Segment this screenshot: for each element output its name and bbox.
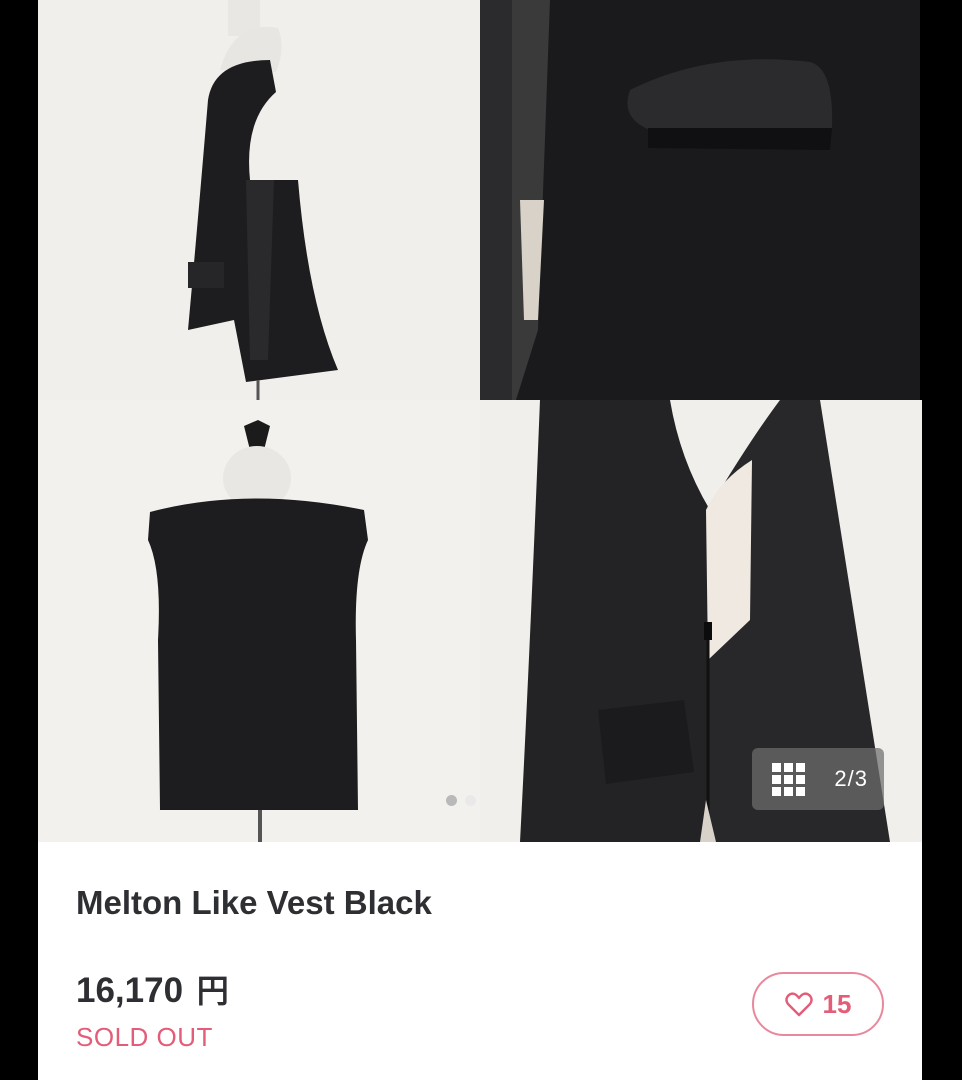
like-count: 15 [822, 988, 852, 1019]
carousel-dots [446, 795, 476, 806]
product-title: Melton Like Vest Black [76, 884, 432, 921]
product-photo-back[interactable] [38, 400, 480, 842]
price-value: 16,170 [76, 971, 184, 1010]
product-photo-pocket[interactable] [480, 0, 922, 400]
grid-icon[interactable] [772, 762, 805, 796]
currency-label: 円 [196, 973, 229, 1009]
product-card: 2/3 Melton Like Vest Black 16,170 円 SOLD… [38, 0, 922, 1080]
image-counter-text: 2/3 [834, 766, 868, 791]
product-price: 16,170 円 [76, 966, 229, 1012]
product-info: Melton Like Vest Black 16,170 円 SOLD OUT… [38, 842, 922, 1080]
image-counter[interactable]: 2/3 [752, 748, 884, 810]
product-photo-side[interactable] [38, 0, 480, 400]
image-gallery[interactable]: 2/3 [38, 0, 922, 842]
like-button[interactable]: 15 [752, 972, 884, 1036]
carousel-dot-active[interactable] [465, 795, 476, 806]
carousel-dot[interactable] [446, 795, 457, 806]
heart-icon [784, 992, 813, 1017]
status-badge: SOLD OUT [76, 1022, 213, 1052]
